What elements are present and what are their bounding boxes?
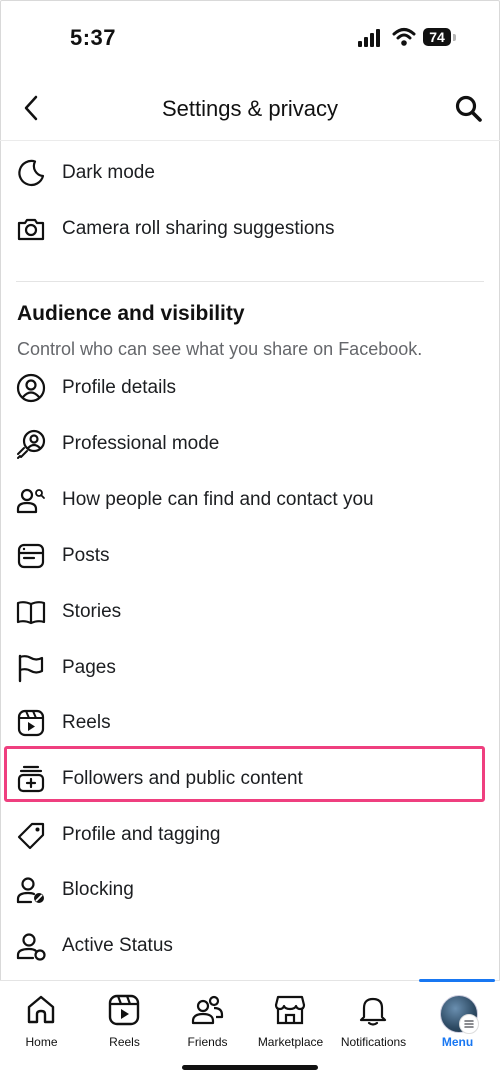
professional-mode-icon <box>16 429 46 459</box>
settings-item-label: Pages <box>62 657 116 678</box>
battery-indicator: 74 <box>423 28 457 48</box>
status-time: 5:37 <box>70 25 117 50</box>
settings-item-label: Dark mode <box>62 162 155 183</box>
settings-item-label: Stories <box>62 601 122 622</box>
nav-marketplace[interactable]: Marketplace <box>249 981 332 1061</box>
reels-icon <box>16 708 46 738</box>
camera-icon <box>16 214 46 244</box>
search-icon[interactable] <box>454 94 484 124</box>
book-icon <box>16 597 46 627</box>
settings-item-followers[interactable]: Followers and public content <box>0 753 500 805</box>
settings-item-label: Blocking <box>62 879 134 900</box>
nav-label: Notifications <box>340 1035 407 1049</box>
nav-label: Menu <box>441 1035 474 1049</box>
settings-item-label: Profile and tagging <box>62 824 221 845</box>
menu-lines-icon <box>459 1014 479 1034</box>
flag-icon <box>16 653 46 683</box>
settings-item-label: How people can find and contact you <box>62 489 374 510</box>
settings-item-camera-roll[interactable]: Camera roll sharing suggestions <box>0 203 500 255</box>
settings-item-label: Active Status <box>62 935 173 956</box>
status-bar: 5:37 74 <box>0 0 500 78</box>
nav-label: Reels <box>109 1035 140 1049</box>
settings-item-label: Reels <box>62 712 111 733</box>
tag-icon <box>16 820 46 850</box>
nav-label: Home <box>25 1035 58 1049</box>
moon-icon <box>16 158 46 188</box>
nav-friends[interactable]: Friends <box>166 981 249 1061</box>
home-indicator <box>182 1065 318 1070</box>
nav-label: Marketplace <box>257 1035 324 1049</box>
settings-item-profile-details[interactable]: Profile details <box>0 362 500 414</box>
nav-label: Friends <box>187 1035 228 1049</box>
section-subtitle: Control who can see what you share on Fa… <box>17 339 423 359</box>
settings-item-find-contact[interactable]: How people can find and contact you <box>0 474 500 526</box>
nav-home[interactable]: Home <box>0 981 83 1061</box>
settings-item-pages[interactable]: Pages <box>0 642 500 694</box>
friends-icon <box>190 993 224 1027</box>
followers-icon <box>16 764 46 794</box>
settings-item-label: Professional mode <box>62 433 220 454</box>
settings-item-professional-mode[interactable]: Professional mode <box>0 418 500 470</box>
settings-item-reels[interactable]: Reels <box>0 697 500 749</box>
marketplace-icon <box>273 993 307 1027</box>
active-status-icon <box>16 931 46 961</box>
blocking-icon <box>16 875 46 905</box>
profile-circle-icon <box>16 373 46 403</box>
settings-item-label: Posts <box>62 545 110 566</box>
settings-item-dark-mode[interactable]: Dark mode <box>0 147 500 199</box>
settings-item-posts[interactable]: Posts <box>0 530 500 582</box>
section-title: Audience and visibility <box>17 302 245 325</box>
cellular-signal-icon <box>358 29 382 47</box>
settings-item-label: Profile details <box>62 377 177 398</box>
settings-item-label: Camera roll sharing suggestions <box>62 218 335 239</box>
wifi-icon <box>392 27 416 47</box>
settings-item-profile-tagging[interactable]: Profile and tagging <box>0 809 500 861</box>
nav-notifications[interactable]: Notifications <box>332 981 415 1061</box>
section-divider <box>16 281 484 282</box>
reels-icon <box>107 993 141 1027</box>
posts-icon <box>16 541 46 571</box>
home-icon <box>24 993 58 1027</box>
settings-item-label: Followers and public content <box>62 768 303 789</box>
find-contact-icon <box>16 485 46 515</box>
bell-icon <box>356 993 390 1027</box>
header: Settings & privacy <box>0 78 500 141</box>
page-title: Settings & privacy <box>161 96 339 121</box>
settings-item-active-status[interactable]: Active Status <box>0 920 500 972</box>
nav-reels[interactable]: Reels <box>83 981 166 1061</box>
battery-level: 74 <box>423 28 451 46</box>
settings-item-stories[interactable]: Stories <box>0 586 500 638</box>
settings-item-blocking[interactable]: Blocking <box>0 864 500 916</box>
